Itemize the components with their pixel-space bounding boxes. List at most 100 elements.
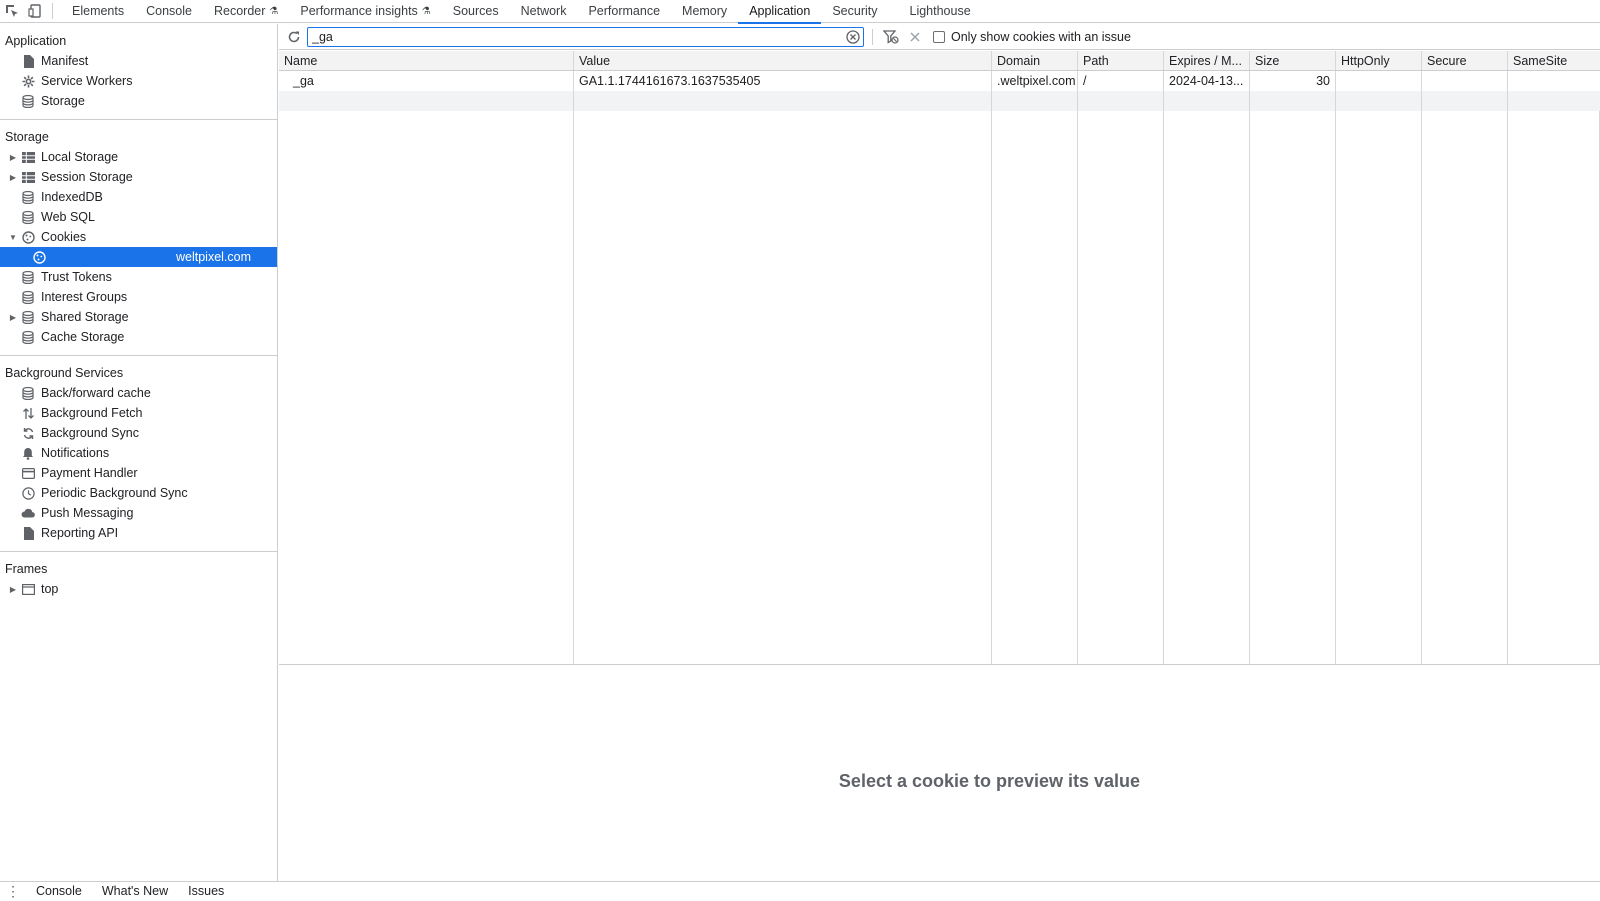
sidebar-items: Back/forward cache Background Fetch Backgr… xyxy=(0,383,277,543)
tab-performance-insights[interactable]: Performance insights ⚗ xyxy=(289,0,441,23)
sidebar-item-local-storage[interactable]: ▶ Local Storage xyxy=(0,147,277,167)
database-icon xyxy=(21,386,35,400)
drawer-tab-console[interactable]: Console xyxy=(26,882,92,901)
device-toolbar-icon[interactable] xyxy=(23,0,46,23)
empty-cell xyxy=(1508,91,1600,111)
tab-performance[interactable]: Performance xyxy=(577,0,671,23)
table-icon xyxy=(21,170,35,184)
cookies-panel: Only show cookies with an issue NameValu… xyxy=(279,24,1600,881)
empty-cell xyxy=(1164,111,1250,664)
drawer-tab-what-s-new[interactable]: What's New xyxy=(92,882,178,901)
expanded-arrow-icon[interactable]: ▼ xyxy=(8,233,18,242)
sidebar-item-cookies[interactable]: ▼ Cookies xyxy=(0,227,277,247)
sidebar-item-session-storage[interactable]: ▶ Session Storage xyxy=(0,167,277,187)
drawer-tab-issues[interactable]: Issues xyxy=(178,882,234,901)
sidebar-item-background-sync[interactable]: Background Sync xyxy=(0,423,277,443)
tab-label: Memory xyxy=(682,4,728,18)
empty-cell xyxy=(279,111,574,664)
tab-console[interactable]: Console xyxy=(135,0,203,23)
sidebar-item-label: Cache Storage xyxy=(41,330,125,344)
column-header-httponly[interactable]: HttpOnly xyxy=(1336,51,1422,70)
sidebar-item-service-workers[interactable]: Service Workers xyxy=(0,71,277,91)
sidebar-item-notifications[interactable]: Notifications xyxy=(0,443,277,463)
cookies-toolbar: Only show cookies with an issue xyxy=(279,24,1600,50)
column-header-name[interactable]: Name xyxy=(279,51,574,70)
column-header-secure[interactable]: Secure xyxy=(1422,51,1508,70)
tab-application[interactable]: Application xyxy=(738,0,822,24)
tab-elements[interactable]: Elements xyxy=(61,0,135,23)
column-header-samesite[interactable]: SameSite xyxy=(1508,51,1600,70)
empty-cell xyxy=(574,111,992,664)
delete-selected-button[interactable] xyxy=(903,25,927,49)
sidebar-item-back-forward-cache[interactable]: Back/forward cache xyxy=(0,383,277,403)
clear-filtered-cookies-button[interactable] xyxy=(879,25,903,49)
tab-label: Security xyxy=(832,4,878,18)
sidebar-item-weltpixel-com[interactable]: weltpixel.com xyxy=(0,247,277,267)
column-header-domain[interactable]: Domain xyxy=(992,51,1078,70)
drawer-tabs: Console What's New Issues xyxy=(26,882,234,901)
sidebar-item-label: Periodic Background Sync xyxy=(41,486,188,500)
tab-lighthouse[interactable]: Lighthouse xyxy=(899,0,982,23)
collapsed-arrow-icon[interactable]: ▶ xyxy=(8,153,18,162)
sidebar-item-cache-storage[interactable]: Cache Storage xyxy=(0,327,277,347)
inspect-element-icon[interactable] xyxy=(0,0,23,23)
tab-security[interactable]: Security xyxy=(821,0,888,23)
column-header-value[interactable]: Value xyxy=(574,51,992,70)
tab-recorder[interactable]: Recorder ⚗ xyxy=(203,0,289,23)
empty-cell xyxy=(1078,91,1164,111)
checkbox-box[interactable] xyxy=(933,30,945,43)
collapsed-arrow-icon[interactable]: ▶ xyxy=(8,313,18,322)
sidebar-item-label: Manifest xyxy=(41,54,89,68)
column-header-expires-m[interactable]: Expires / M... xyxy=(1164,51,1250,70)
experiment-flask-icon: ⚗ xyxy=(421,5,431,17)
sidebar-item-top[interactable]: ▶ top xyxy=(0,579,277,599)
more-tools-menu-icon[interactable]: ⋮ xyxy=(0,883,26,900)
tab-sources[interactable]: Sources xyxy=(442,0,510,23)
sidebar-item-label: IndexedDB xyxy=(41,190,103,204)
sidebar-item-trust-tokens[interactable]: Trust Tokens xyxy=(0,267,277,287)
empty-cell xyxy=(1336,111,1422,664)
sidebar-item-storage[interactable]: Storage xyxy=(0,91,277,111)
sidebar-items: ▶ Local Storage ▶ Session Storage IndexedDB W… xyxy=(0,147,277,347)
empty-cell xyxy=(574,91,992,111)
sidebar-item-label: Trust Tokens xyxy=(41,270,112,284)
cookie-filter-input[interactable] xyxy=(312,29,832,44)
tab-network[interactable]: Network xyxy=(510,0,578,23)
clear-filter-icon[interactable] xyxy=(846,29,860,47)
collapsed-arrow-icon[interactable]: ▶ xyxy=(8,173,18,182)
column-header-size[interactable]: Size xyxy=(1250,51,1336,70)
database-icon xyxy=(21,290,35,304)
file-icon xyxy=(21,54,35,68)
collapsed-arrow-icon[interactable]: ▶ xyxy=(8,585,18,594)
tab-memory[interactable]: Memory xyxy=(671,0,738,23)
sidebar-item-shared-storage[interactable]: ▶ Shared Storage xyxy=(0,307,277,327)
sidebar-item-manifest[interactable]: Manifest xyxy=(0,51,277,71)
table-row xyxy=(279,91,1600,111)
sidebar-item-payment-handler[interactable]: Payment Handler xyxy=(0,463,277,483)
sidebar-section-background-services: Background Services Back/forward cache Ba… xyxy=(0,356,277,552)
database-icon xyxy=(21,190,35,204)
cell-name: _ga xyxy=(279,71,574,91)
section-title: Background Services xyxy=(5,365,124,380)
sidebar-item-reporting-api[interactable]: Reporting API xyxy=(0,523,277,543)
tab-label: Performance xyxy=(588,4,661,18)
sidebar-item-push-messaging[interactable]: Push Messaging xyxy=(0,503,277,523)
filter-clear-icon xyxy=(883,29,899,44)
column-header-path[interactable]: Path xyxy=(1078,51,1164,70)
sidebar-item-label: Push Messaging xyxy=(41,506,134,520)
sidebar-item-background-fetch[interactable]: Background Fetch xyxy=(0,403,277,423)
refresh-button[interactable] xyxy=(281,24,307,50)
sidebar-item-periodic-background-sync[interactable]: Periodic Background Sync xyxy=(0,483,277,503)
table-body: _ga GA1.1.1744161673.1637535405 .weltpixel… xyxy=(279,71,1600,91)
clock-icon xyxy=(21,486,35,500)
cookie-preview-pane: Select a cookie to preview its value xyxy=(279,666,1600,881)
cell-secure xyxy=(1422,71,1508,91)
sidebar-item-indexeddb[interactable]: IndexedDB xyxy=(0,187,277,207)
only-issues-checkbox[interactable]: Only show cookies with an issue xyxy=(933,30,1131,44)
panel-tabs: Elements Console Recorder ⚗ Performance insi… xyxy=(61,0,982,24)
sidebar-item-web-sql[interactable]: Web SQL xyxy=(0,207,277,227)
table-row[interactable]: _ga GA1.1.1744161673.1637535405 .weltpixel… xyxy=(279,71,1600,91)
sidebar-section-application: Application Manifest Service Workers Stora… xyxy=(0,24,277,120)
sidebar-item-interest-groups[interactable]: Interest Groups xyxy=(0,287,277,307)
tab-label: Console xyxy=(146,4,192,18)
